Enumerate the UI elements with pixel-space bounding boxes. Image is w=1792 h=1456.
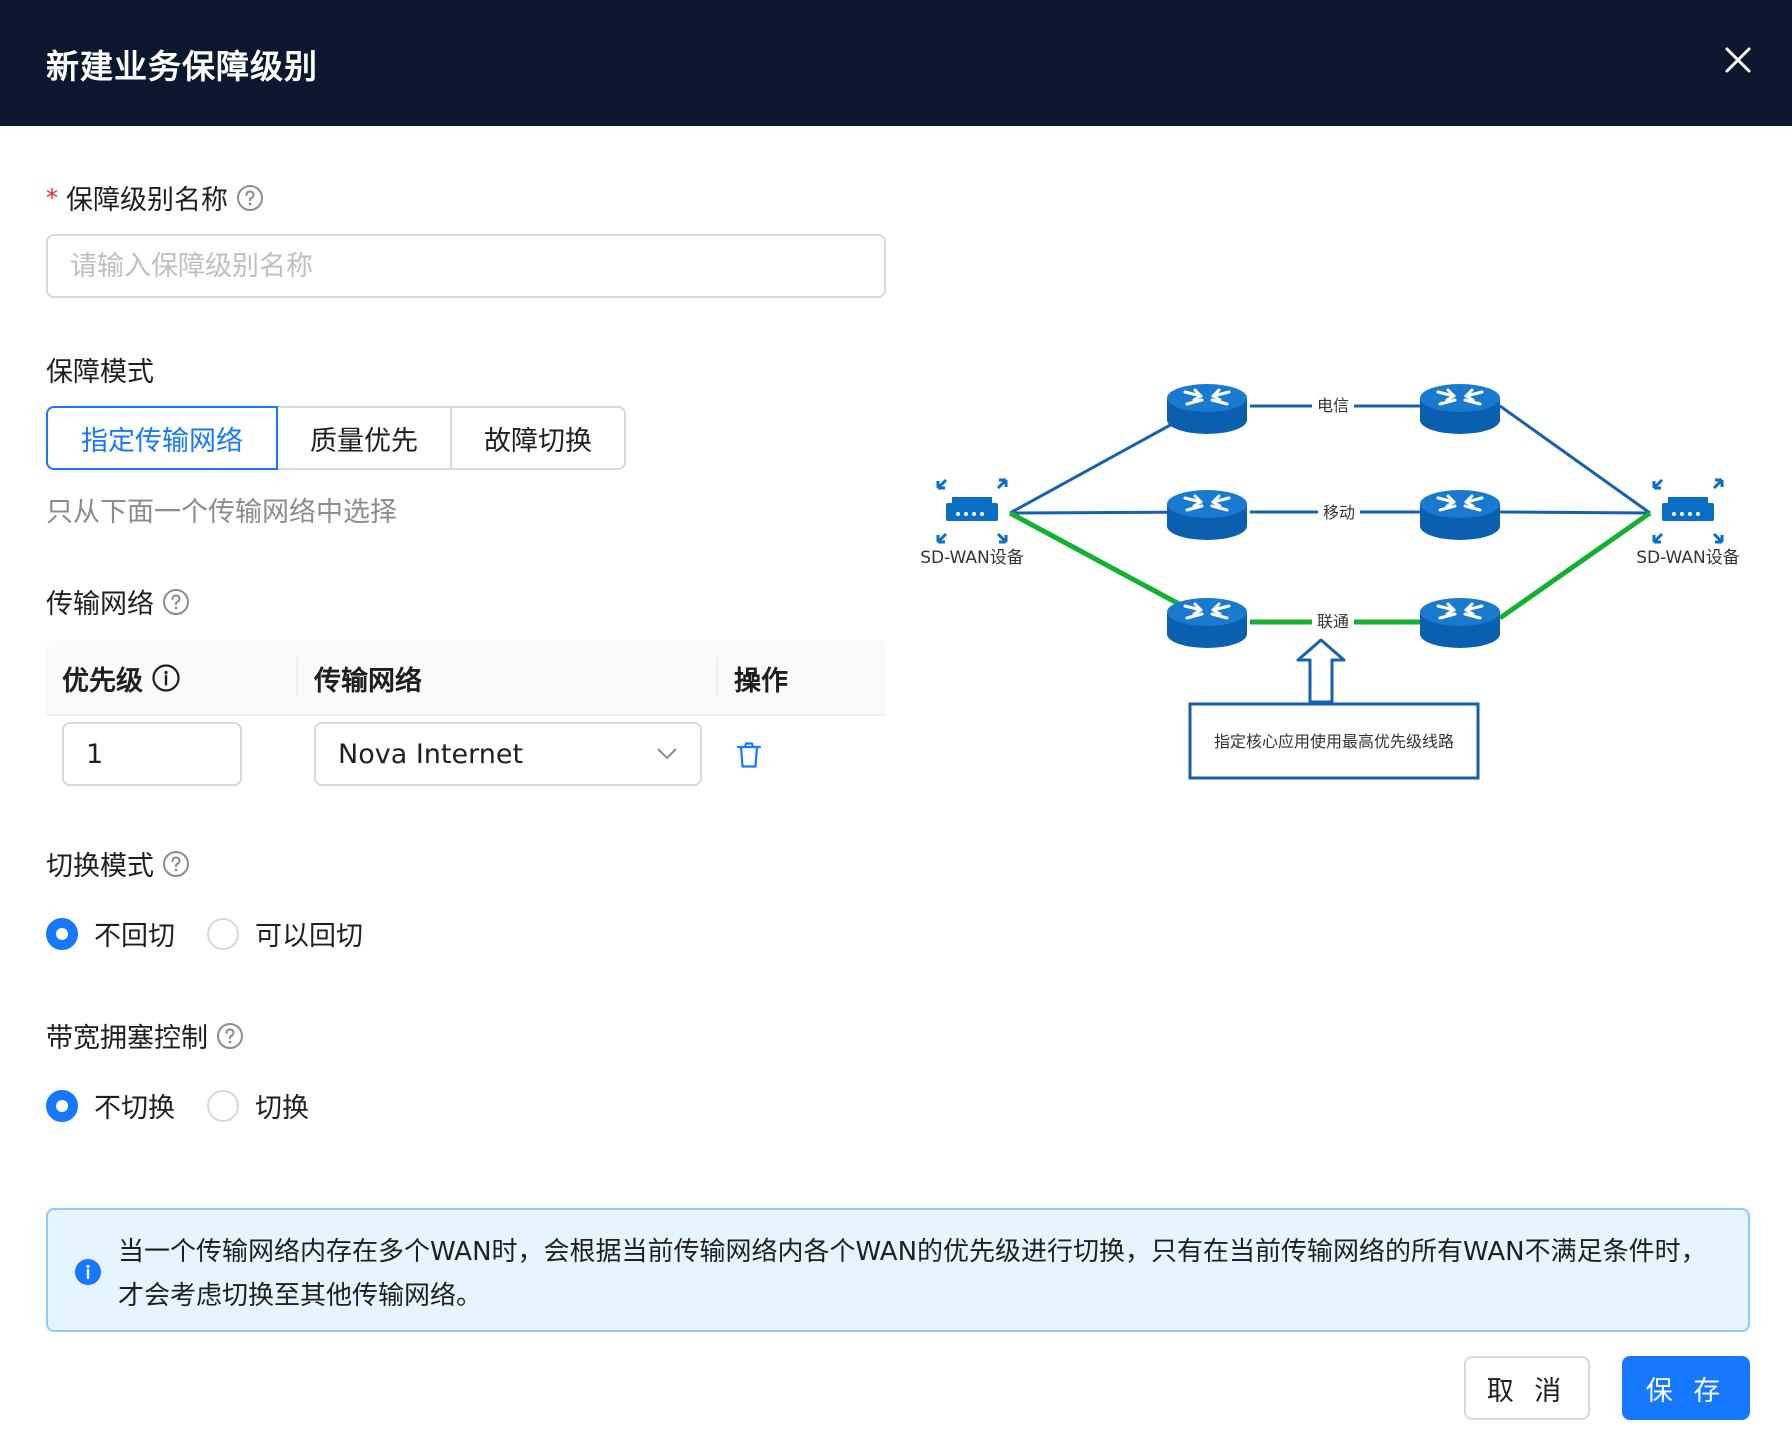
column-actions: 操作 [734,665,788,697]
column-separator [716,658,718,698]
chevron-down-icon [657,748,677,760]
router-icon [1165,382,1249,436]
delete-row-button[interactable] [734,740,764,770]
mode-label: 保障模式 [46,357,154,388]
dialog-header: 新建业务保障级别 [0,0,1792,126]
mode-hint: 只从下面一个传输网络中选择 [46,497,397,528]
congestion-label-text: 带宽拥塞控制 [46,1023,208,1054]
line-label-unicom: 联通 [1317,612,1349,631]
name-field-label: * 保障级别名称 [46,178,264,217]
radio-dot [46,1089,78,1122]
network-diagram: 电信 移动 联通 SD-WAN设备 SD-WAN设备 指定核心应用使用最高优先级… [920,382,1740,780]
network-select[interactable]: Nova Internet [314,722,702,786]
mode-segmented-control: 指定传输网络 质量优先 故障切换 [46,406,626,470]
sdwan-device-icon [1652,478,1724,544]
router-icon [1418,382,1502,436]
radio-label: 不回切 [94,921,175,952]
network-label: 传输网络 [46,582,190,621]
info-circle-icon [74,1258,102,1290]
info-icon[interactable] [151,663,181,693]
cancel-button[interactable]: 取 消 [1464,1356,1590,1420]
device-label-left: SD-WAN设备 [920,548,1024,568]
radio-switch[interactable]: 切换 [207,1086,309,1125]
network-select-value: Nova Internet [338,738,524,770]
close-icon [1725,47,1751,73]
callout-arrow-icon [1296,638,1346,704]
name-field-label-text: 保障级别名称 [66,185,228,216]
name-input[interactable] [46,234,886,298]
router-icon [1165,596,1249,650]
info-alert: 当一个传输网络内存在多个WAN时，会根据当前传输网络内各个WAN的优先级进行切换… [46,1208,1750,1332]
mode-option-specified-network[interactable]: 指定传输网络 [46,406,278,470]
radio-allow-switchback[interactable]: 可以回切 [207,914,363,953]
network-label-text: 传输网络 [46,589,154,620]
alert-text: 当一个传输网络内存在多个WAN时，会根据当前传输网络内各个WAN的优先级进行切换… [118,1237,1707,1311]
required-asterisk: * [46,183,58,212]
mode-option-quality-first[interactable]: 质量优先 [276,406,452,470]
link-line-highlight [1498,510,1652,621]
router-icon [1418,488,1502,542]
radio-label: 可以回切 [255,921,363,952]
close-button[interactable] [1710,32,1766,88]
trash-icon [736,742,762,768]
radio-dot [46,917,78,950]
router-icon [1165,488,1249,542]
radio-dot [207,917,239,950]
line-label-mobile: 移动 [1323,503,1355,522]
link-line [1499,404,1651,515]
help-icon[interactable] [162,588,190,616]
radio-label: 不切换 [94,1093,175,1124]
radio-no-switch[interactable]: 不切换 [46,1086,175,1125]
network-table: 优先级 传输网络 操作 Nova Internet [46,640,886,786]
dialog-title: 新建业务保障级别 [46,47,318,86]
switch-mode-label-text: 切换模式 [46,851,154,882]
line-label-telecom: 电信 [1317,396,1349,415]
table-header: 优先级 传输网络 操作 [46,640,886,716]
radio-label: 切换 [255,1093,309,1124]
congestion-label: 带宽拥塞控制 [46,1016,244,1055]
switch-mode-label: 切换模式 [46,844,190,883]
help-icon[interactable] [162,850,190,878]
link-line [1499,510,1651,515]
help-icon[interactable] [216,1022,244,1050]
column-priority: 优先级 [62,640,181,716]
sdwan-device-icon [936,478,1008,544]
column-separator [296,658,298,698]
congestion-radio-group: 不切换 切换 [46,1086,341,1125]
router-icon [1418,596,1502,650]
radio-dot [207,1089,239,1122]
mode-option-failover[interactable]: 故障切换 [450,406,626,470]
callout-text: 指定核心应用使用最高优先级线路 [1214,732,1454,751]
switch-mode-radio-group: 不回切 可以回切 [46,914,395,953]
save-button[interactable]: 保 存 [1622,1356,1750,1420]
help-icon[interactable] [236,184,264,212]
column-priority-label: 优先级 [62,665,143,697]
device-label-right: SD-WAN设备 [1636,548,1740,568]
priority-input[interactable] [62,722,242,786]
column-network: 传输网络 [314,665,422,697]
radio-no-switchback[interactable]: 不回切 [46,914,175,953]
